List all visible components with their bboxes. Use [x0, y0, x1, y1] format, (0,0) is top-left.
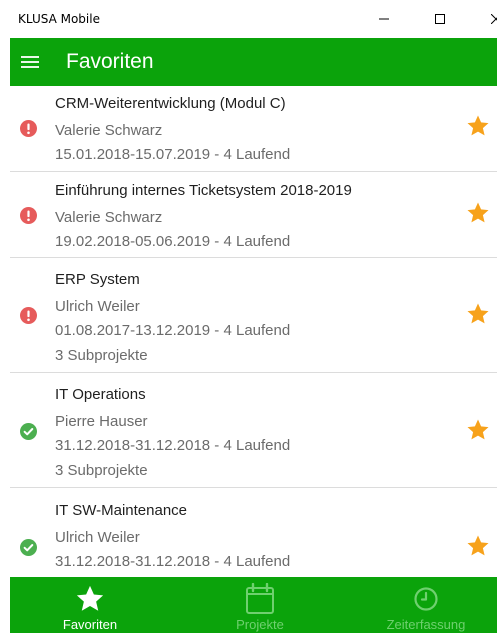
item-text: IT SW-Maintenance Ulrich Weiler 31.12.20… — [55, 499, 447, 574]
tab-zeiterfassung[interactable]: Zeiterfassung — [346, 577, 497, 633]
star-icon[interactable] — [466, 114, 490, 138]
clock-icon — [414, 587, 438, 611]
bottom-navigation: Favoriten Projekte Zeiterfassung — [10, 577, 497, 633]
tab-favoriten[interactable]: Favoriten — [10, 577, 170, 633]
project-period: 19.02.2018-05.06.2019 - 4 Laufend — [55, 233, 291, 250]
list-item[interactable]: IT SW-Maintenance Ulrich Weiler 31.12.20… — [10, 488, 497, 577]
project-manager: Valerie Schwarz — [55, 209, 163, 226]
page-title: Favoriten — [66, 50, 154, 73]
ok-status-icon — [20, 539, 37, 556]
project-subprojects: 3 Subprojekte — [55, 462, 148, 479]
star-icon[interactable] — [466, 302, 490, 326]
item-text: Einführung internes Ticketsystem 2018-20… — [55, 179, 447, 254]
warning-status-icon — [20, 120, 37, 137]
project-manager: Valerie Schwarz — [55, 122, 163, 139]
tab-label: Favoriten — [62, 617, 118, 632]
project-period: 01.08.2017-13.12.2019 - 4 Laufend — [55, 322, 291, 339]
item-text: ERP System Ulrich Weiler 01.08.2017-13.1… — [55, 268, 447, 368]
maximize-button[interactable] — [417, 4, 463, 34]
list-item[interactable]: CRM-Weiterentwicklung (Modul C) Valerie … — [10, 86, 497, 172]
project-subprojects: 3 Subprojekte — [55, 347, 148, 364]
project-manager: Pierre Hauser — [55, 413, 148, 430]
tab-label: Zeiterfassung — [386, 617, 466, 632]
app-header: Favoriten — [10, 38, 497, 86]
close-icon — [491, 14, 497, 24]
project-name: IT Operations — [55, 386, 146, 403]
item-text: IT Operations Pierre Hauser 31.12.2018-3… — [55, 383, 447, 483]
item-text: CRM-Weiterentwicklung (Modul C) Valerie … — [55, 92, 447, 167]
list-item[interactable]: ERP System Ulrich Weiler 01.08.2017-13.1… — [10, 258, 497, 373]
list-item[interactable]: IT Operations Pierre Hauser 31.12.2018-3… — [10, 373, 497, 488]
tab-label: Projekte — [236, 617, 284, 632]
star-icon — [76, 585, 104, 611]
warning-status-icon — [20, 307, 37, 324]
list-item[interactable]: Einführung internes Ticketsystem 2018-20… — [10, 172, 497, 258]
calendar-icon — [246, 583, 274, 614]
project-name: ERP System — [55, 271, 140, 288]
star-icon[interactable] — [466, 534, 490, 558]
project-name: CRM-Weiterentwicklung (Modul C) — [55, 95, 286, 112]
app-window: KLUSA Mobile Favoriten CRM-Weiterentwick… — [10, 0, 497, 633]
close-button[interactable] — [473, 4, 497, 34]
window-titlebar: KLUSA Mobile — [10, 0, 497, 38]
project-manager: Ulrich Weiler — [55, 529, 140, 546]
project-period: 15.01.2018-15.07.2019 - 4 Laufend — [55, 146, 291, 163]
warning-status-icon — [20, 207, 37, 224]
favorites-list: CRM-Weiterentwicklung (Modul C) Valerie … — [10, 86, 497, 577]
maximize-icon — [435, 14, 445, 24]
window-title: KLUSA Mobile — [18, 12, 100, 26]
ok-status-icon — [20, 423, 37, 440]
project-period: 31.12.2018-31.12.2018 - 4 Laufend — [55, 553, 291, 570]
project-manager: Ulrich Weiler — [55, 298, 140, 315]
star-icon[interactable] — [466, 418, 490, 442]
tab-projekte[interactable]: Projekte — [180, 577, 340, 633]
project-name: IT SW-Maintenance — [55, 502, 188, 519]
minimize-icon — [379, 18, 389, 20]
minimize-button[interactable] — [361, 4, 407, 34]
project-period: 31.12.2018-31.12.2018 - 4 Laufend — [55, 437, 291, 454]
hamburger-icon[interactable] — [21, 53, 43, 71]
star-icon[interactable] — [466, 201, 490, 225]
project-name: Einführung internes Ticketsystem 2018-20… — [55, 182, 352, 199]
